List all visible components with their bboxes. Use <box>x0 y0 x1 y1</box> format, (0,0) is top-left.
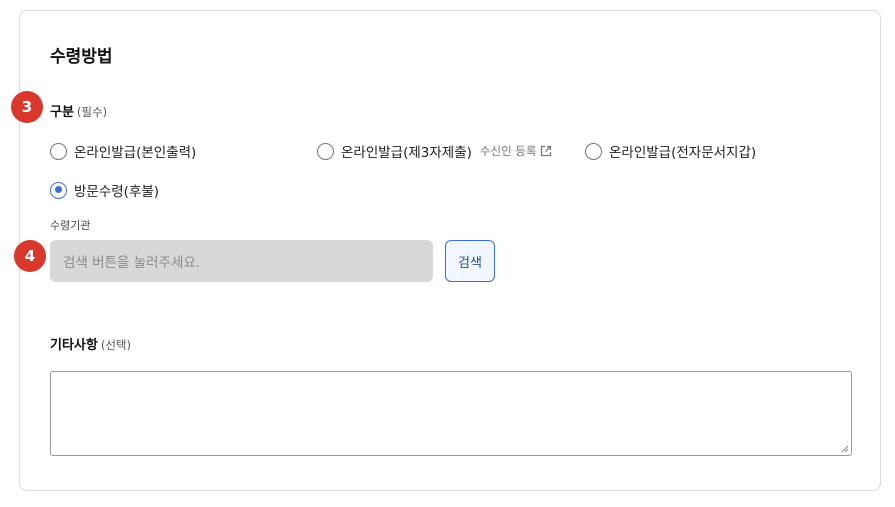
radio-circle[interactable] <box>50 142 67 160</box>
section-title: 수령방법 <box>50 47 113 67</box>
radio-label: 온라인발급(전자문서지갑) <box>609 145 757 161</box>
agency-input[interactable]: 검색 버튼을 눌러주세요. <box>50 240 433 282</box>
radio-online-e-wallet[interactable]: 온라인발급(전자문서지갑) <box>585 141 756 161</box>
radio-circle[interactable] <box>585 142 602 160</box>
search-button[interactable]: 검색 <box>445 240 495 282</box>
category-label-text: 구분 <box>50 105 74 120</box>
required-hint: (필수) <box>76 105 108 119</box>
radio-label: 방문수령(후불) <box>74 184 160 200</box>
radio-circle[interactable] <box>317 142 334 160</box>
notes-label-text: 기타사항 <box>50 338 98 353</box>
radio-label: 온라인발급(본인출력) <box>74 145 197 161</box>
category-label: 구분 (필수) <box>50 101 107 120</box>
radio-online-third-party[interactable]: 온라인발급(제3자제출) 수신인 등록 <box>317 141 552 161</box>
notes-textarea[interactable] <box>50 371 852 456</box>
step-badge-4: 4 <box>14 240 46 272</box>
external-link-icon <box>541 145 552 157</box>
resize-grip-icon[interactable] <box>841 445 849 453</box>
recipient-register-link[interactable]: 수신인 등록 <box>480 143 553 159</box>
agency-input-placeholder: 검색 버튼을 눌러주세요. <box>63 255 201 271</box>
step-badge-3: 3 <box>11 91 43 123</box>
radio-label: 온라인발급(제3자제출) <box>341 145 472 161</box>
radio-online-self-print[interactable]: 온라인발급(본인출력) <box>50 141 196 161</box>
radio-circle-checked[interactable] <box>50 181 67 199</box>
recipient-register-label: 수신인 등록 <box>479 144 537 158</box>
notes-label: 기타사항 (선택) <box>50 334 131 353</box>
radio-visit-pickup[interactable]: 방문수령(후불) <box>50 180 159 200</box>
optional-hint: (선택) <box>100 338 131 352</box>
agency-label: 수령기관 <box>50 219 91 232</box>
